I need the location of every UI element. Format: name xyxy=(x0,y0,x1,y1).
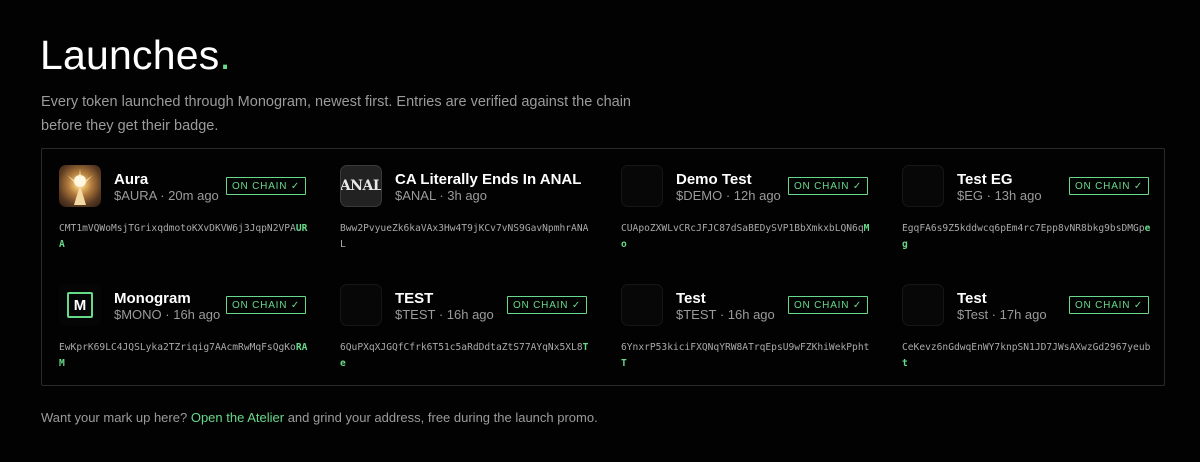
contract-address[interactable]: EgqFA6s9Z5kddwcq6pEm4rc7Epp8vNR8bkg9bsDM… xyxy=(902,221,1156,253)
address-body: EwKprK69LC4JQSLyka2TZriqig7AAcmRwMqFsQgK… xyxy=(59,342,296,353)
blank-logo xyxy=(902,165,944,207)
footer-prefix: Want your mark up here? xyxy=(41,410,188,425)
token-name: TEST xyxy=(395,290,434,307)
anal-logo-text: ANAL xyxy=(340,178,382,194)
token-ticker-age: $TEST · 16h ago xyxy=(395,307,494,322)
on-chain-badge: ON CHAIN ✓ xyxy=(1069,177,1149,195)
token-card-anal[interactable]: ANAL CA Literally Ends In ANAL $ANAL · 3… xyxy=(323,149,604,268)
token-name: Test xyxy=(957,290,987,307)
address-body: EgqFA6s9Z5kddwcq6pEm4rc7Epp8vNR8bkg9bsDM… xyxy=(902,223,1145,234)
token-card-demo-test[interactable]: Demo Test $DEMO · 12h ago ON CHAIN ✓ CUA… xyxy=(604,149,885,268)
token-ticker-age: $Test · 17h ago xyxy=(957,307,1047,322)
open-atelier-link[interactable]: Open the Atelier xyxy=(191,410,284,425)
on-chain-badge: ON CHAIN ✓ xyxy=(788,177,868,195)
token-ticker-age: $AURA · 20m ago xyxy=(114,188,219,203)
on-chain-badge: ON CHAIN ✓ xyxy=(788,296,868,314)
contract-address[interactable]: 6YnxrP53kiciFXQNqYRW8ATrqEpsU9wFZKhiWekP… xyxy=(621,340,875,372)
token-card-monogram[interactable]: M Monogram $MONO · 16h ago ON CHAIN ✓ Ew… xyxy=(42,268,323,387)
anal-logo: ANAL xyxy=(340,165,382,207)
token-card-test-eg[interactable]: Test EG $EG · 13h ago ON CHAIN ✓ EgqFA6s… xyxy=(885,149,1166,268)
on-chain-badge: ON CHAIN ✓ xyxy=(226,296,306,314)
address-body: 6YnxrP53kiciFXQNqYRW8ATrqEpsU9wFZKhiWekP… xyxy=(621,342,870,353)
token-card-test-a[interactable]: Test $TEST · 16h ago ON CHAIN ✓ 6YnxrP53… xyxy=(604,268,885,387)
address-body: 6QuPXqXJGQfCfrk6T51c5aRdDdtaZtS77AYqNx5X… xyxy=(340,342,583,353)
launches-page: Launches. Every token launched through M… xyxy=(0,0,1200,462)
token-card-test-upper[interactable]: TEST $TEST · 16h ago ON CHAIN ✓ 6QuPXqXJ… xyxy=(323,268,604,387)
token-name: Test xyxy=(676,290,706,307)
token-name: CA Literally Ends In ANAL xyxy=(395,171,582,188)
footer-note: Want your mark up here? Open the Atelier… xyxy=(41,410,598,425)
contract-address[interactable]: CeKevz6nGdwqEnWY7knpSN1JD7JWsAXwzGd2967y… xyxy=(902,340,1156,372)
page-title-text: Launches xyxy=(40,32,220,78)
page-title: Launches. xyxy=(40,30,231,80)
page-description: Every token launched through Monogram, n… xyxy=(41,94,631,134)
blank-logo xyxy=(902,284,944,326)
aura-logo xyxy=(59,165,101,207)
contract-address[interactable]: CUApoZXWLvCRcJFJC87dSaBEDySVP1BbXmkxbLQN… xyxy=(621,221,875,253)
address-vanity-suffix: t xyxy=(902,358,908,369)
token-name: Monogram xyxy=(114,290,191,307)
address-vanity-suffix: T xyxy=(621,358,627,369)
address-body: CeKevz6nGdwqEnWY7knpSN1JD7JWsAXwzGd2967y… xyxy=(902,342,1151,353)
on-chain-badge: ON CHAIN ✓ xyxy=(1069,296,1149,314)
token-ticker-age: $TEST · 16h ago xyxy=(676,307,775,322)
monogram-logo: M xyxy=(59,284,101,326)
monogram-logo-letter: M xyxy=(67,292,93,318)
blank-logo xyxy=(621,284,663,326)
token-ticker-age: $EG · 13h ago xyxy=(957,188,1042,203)
launches-grid: Aura $AURA · 20m ago ON CHAIN ✓ CMT1mVQW… xyxy=(41,148,1165,386)
token-ticker-age: $ANAL · 3h ago xyxy=(395,188,488,203)
on-chain-badge: ON CHAIN ✓ xyxy=(226,177,306,195)
token-name: Test EG xyxy=(957,171,1013,188)
token-name: Demo Test xyxy=(676,171,752,188)
token-card-aura[interactable]: Aura $AURA · 20m ago ON CHAIN ✓ CMT1mVQW… xyxy=(42,149,323,268)
footer-suffix: and grind your address, free during the … xyxy=(287,410,598,425)
token-ticker-age: $DEMO · 12h ago xyxy=(676,188,781,203)
blank-logo xyxy=(340,284,382,326)
title-dot: . xyxy=(219,32,232,78)
address-body: CMT1mVQWoMsjTGrixqdmotoKXvDKVW6j3JqpN2VP… xyxy=(59,223,296,234)
contract-address[interactable]: Bww2PvyueZk6kaVAx3Hw4T9jKCv7vNS9GavNpmhr… xyxy=(340,221,594,253)
token-name: Aura xyxy=(114,171,149,188)
contract-address[interactable]: 6QuPXqXJGQfCfrk6T51c5aRdDdtaZtS77AYqNx5X… xyxy=(340,340,594,372)
blank-logo xyxy=(621,165,663,207)
on-chain-badge: ON CHAIN ✓ xyxy=(507,296,587,314)
contract-address[interactable]: CMT1mVQWoMsjTGrixqdmotoKXvDKVW6j3JqpN2VP… xyxy=(59,221,313,253)
token-card-test-b[interactable]: Test $Test · 17h ago ON CHAIN ✓ CeKevz6n… xyxy=(885,268,1166,387)
address-body: Bww2PvyueZk6kaVAx3Hw4T9jKCv7vNS9GavNpmhr… xyxy=(340,223,577,234)
token-ticker-age: $MONO · 16h ago xyxy=(114,307,221,322)
contract-address[interactable]: EwKprK69LC4JQSLyka2TZriqig7AAcmRwMqFsQgK… xyxy=(59,340,313,372)
address-body: CUApoZXWLvCRcJFJC87dSaBEDySVP1BbXmkxbLQN… xyxy=(621,223,864,234)
